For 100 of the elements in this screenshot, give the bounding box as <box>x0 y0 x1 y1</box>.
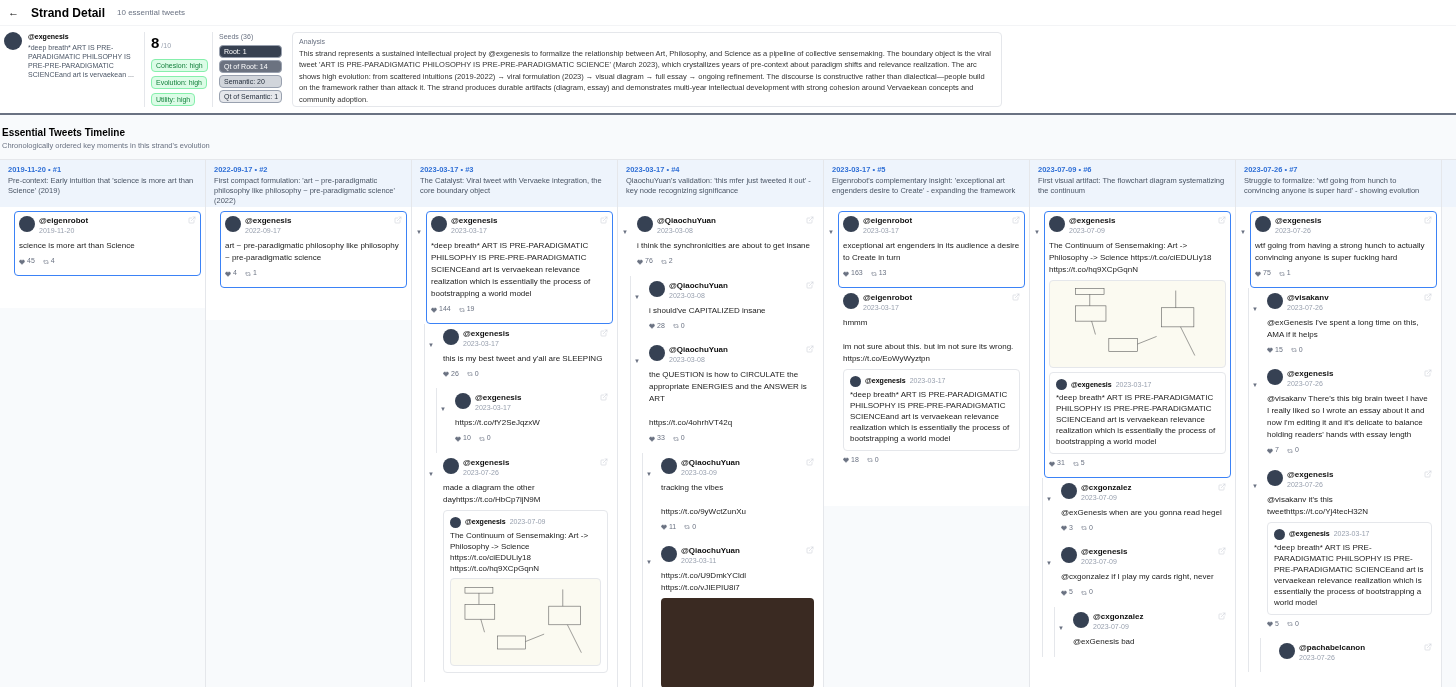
avatar <box>1061 547 1077 564</box>
tweet-handle[interactable]: @exgenesis <box>463 328 596 339</box>
tweet-text: hmmm im not sure about this. but im not sure its wrong. https://t.co/EoWyWyztpn <box>843 316 1015 365</box>
tweet-text: i should've CAPITALIZED insane <box>649 304 767 317</box>
external-link-icon[interactable] <box>1218 482 1226 491</box>
tweet-handle[interactable]: @cxgonzalez <box>1081 482 1214 493</box>
avatar <box>1267 369 1283 386</box>
external-link-icon[interactable] <box>806 546 814 555</box>
tweet-handle[interactable]: @QiaochuYuan <box>681 546 802 557</box>
tweet-handle[interactable]: @eigenrobot <box>863 292 1008 303</box>
heart-icon <box>1061 525 1067 531</box>
heart-icon <box>649 435 655 442</box>
repost-icon <box>1286 621 1293 627</box>
tweet-text: *deep breath* ART IS PRE-PARADIGMATIC PHILSOPHY IS PRE-PRE-PARADIGMATIC SCIENCEand art is vervaekean relevance realization which is essentially the process of bootstrapping a world model <box>850 388 1011 444</box>
repost-icon <box>866 457 873 463</box>
tweet-card[interactable] <box>1044 211 1231 478</box>
avatar <box>1061 482 1077 499</box>
avatar <box>661 546 677 563</box>
back-button[interactable]: ← <box>8 4 19 21</box>
tweet-text: @exGenesis I've spent a long time on this, AMA if it helps <box>1267 316 1420 341</box>
heart-icon <box>225 270 231 277</box>
tweet-text: made a diagram the other dayhttps://t.co/HbCp7ljN9M <box>443 481 542 506</box>
repost-icon <box>1080 525 1087 531</box>
tweet-handle[interactable]: @exgenesis <box>475 393 596 404</box>
repost-icon <box>478 435 485 442</box>
tweet-handle[interactable]: @exgenesis <box>1069 216 1214 227</box>
tweet-text: @visakanv There's this big brain tweet I have I really liked so I wrote an essay about it and now I'm editing it and it's delicate to balance holding readers' hands with essay length <box>1267 393 1429 442</box>
external-link-icon[interactable] <box>1012 292 1020 301</box>
heart-icon <box>1061 589 1067 596</box>
repost-icon <box>660 258 667 265</box>
repost-icon <box>1072 460 1079 467</box>
external-link-icon[interactable] <box>600 328 608 337</box>
tweet-text: *deep breath* ART IS PRE-PARADIGMATIC PHILSOPHY IS PRE-PRE-PARADIGMATIC SCIENCEand art is vervaekean relevance realization which is essentially the process of bootstrapping a world model <box>1274 541 1425 608</box>
tweet-handle[interactable]: @exgenesis <box>245 216 390 227</box>
external-link-icon[interactable] <box>1424 292 1432 301</box>
tweet-card[interactable] <box>426 211 613 324</box>
tweet-handle[interactable]: @QiaochuYuan <box>681 457 802 468</box>
tweet-handle[interactable]: @visakanv <box>1287 292 1420 303</box>
tweet-text: i think the synchronicities are about to get insane <box>637 240 811 253</box>
tweet-handle[interactable]: @cxgonzalez <box>1093 611 1214 622</box>
repost-icon <box>672 435 679 442</box>
external-link-icon[interactable] <box>1424 216 1432 225</box>
heart-icon <box>1267 621 1273 627</box>
heart-icon <box>843 457 849 463</box>
external-link-icon[interactable] <box>188 216 196 225</box>
tweet-handle[interactable]: @exgenesis <box>463 457 596 468</box>
avatar <box>1049 216 1065 233</box>
avatar <box>4 32 22 50</box>
external-link-icon[interactable] <box>1218 611 1226 620</box>
tweet-handle[interactable]: @exgenesis <box>1275 216 1420 227</box>
external-link-icon[interactable] <box>1424 469 1432 478</box>
heart-icon <box>1267 447 1273 454</box>
tweet-text: exceptional art engenders in its audience a desire to Create in turn <box>843 240 1020 265</box>
heart-icon <box>1049 460 1055 467</box>
external-link-icon[interactable] <box>1012 216 1020 225</box>
tweet-handle[interactable]: @exgenesis <box>451 216 596 227</box>
heart-icon <box>431 306 437 313</box>
repost-icon <box>458 306 465 313</box>
external-link-icon[interactable] <box>1218 547 1226 556</box>
page-title: Strand Detail <box>31 4 105 22</box>
section-title: Essential Tweets Timeline <box>2 126 126 140</box>
external-link-icon[interactable] <box>1424 369 1432 378</box>
external-link-icon[interactable] <box>806 457 814 466</box>
tweet-handle[interactable]: @exgenesis <box>1081 547 1214 558</box>
external-link-icon[interactable] <box>600 457 608 466</box>
external-link-icon[interactable] <box>806 280 814 289</box>
avatar <box>1279 643 1295 660</box>
external-link-icon[interactable] <box>806 216 814 225</box>
external-link-icon[interactable] <box>394 216 402 225</box>
avatar <box>19 216 35 233</box>
avatar <box>1073 611 1089 628</box>
tweet-handle[interactable]: @exgenesis <box>1287 369 1420 380</box>
external-link-icon[interactable] <box>1424 643 1432 652</box>
heart-icon <box>843 270 849 277</box>
heart-icon <box>649 323 655 329</box>
avatar <box>1255 216 1271 233</box>
tweet-handle[interactable]: @QiaochuYuan <box>669 280 802 291</box>
avatar <box>850 375 861 387</box>
repost-icon <box>870 270 877 277</box>
external-link-icon[interactable] <box>600 216 608 225</box>
repost-icon <box>1286 447 1293 454</box>
tweet-text: https://t.co/fY2SeJqzxW <box>455 417 541 430</box>
repost-icon <box>1290 347 1297 353</box>
avatar <box>1274 528 1285 540</box>
avatar <box>649 345 665 362</box>
avatar <box>649 280 665 297</box>
tweet-handle[interactable]: @QiaochuYuan <box>657 216 802 227</box>
tweet-handle[interactable]: @pachabelcanon <box>1299 643 1420 654</box>
tweet-handle[interactable]: @eigenrobot <box>863 216 1008 227</box>
external-link-icon[interactable] <box>806 345 814 354</box>
repost-icon <box>244 270 251 277</box>
tweet-handle[interactable]: @exgenesis <box>1287 469 1420 480</box>
avatar <box>225 216 241 233</box>
tweet-handle[interactable]: @QiaochuYuan <box>669 345 802 356</box>
external-link-icon[interactable] <box>1218 216 1226 225</box>
tweet-handle[interactable]: @eigenrobot <box>39 216 184 227</box>
avatar <box>450 516 461 528</box>
page-subtitle: 10 essential tweets <box>117 6 186 19</box>
external-link-icon[interactable] <box>600 393 608 402</box>
tweet-text: tracking the vibes https://t.co/9yWctZunXu <box>661 481 747 518</box>
